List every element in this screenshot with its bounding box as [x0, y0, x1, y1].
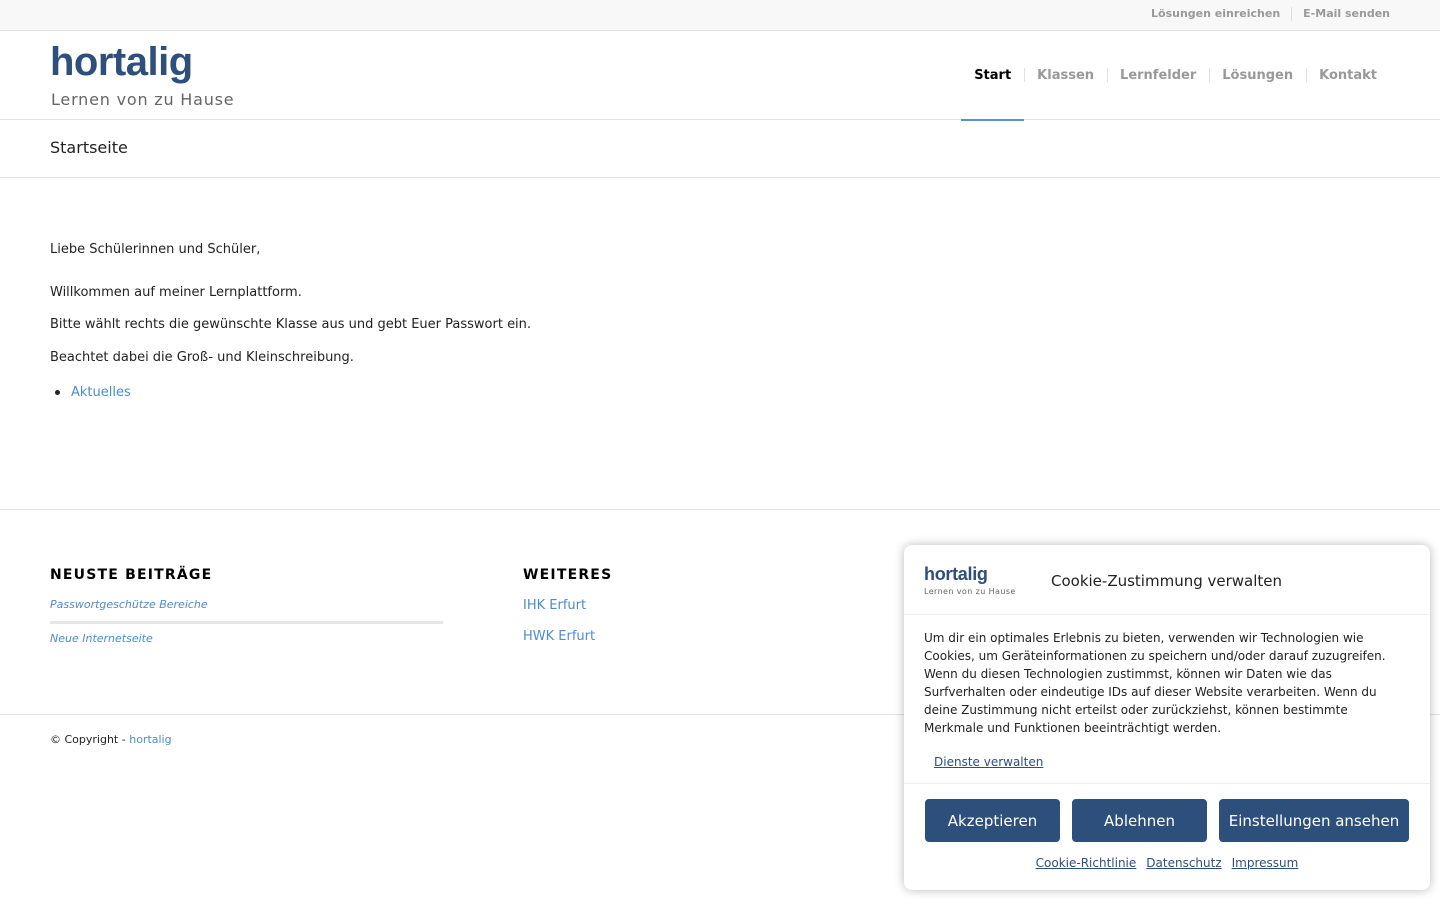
- title-bar: Startseite: [0, 120, 1440, 178]
- nav-item-klassen[interactable]: Klassen: [1024, 31, 1107, 120]
- cookie-message: Um dir ein optimales Erlebnis zu bieten,…: [924, 631, 1386, 735]
- deny-button[interactable]: Ablehnen: [1072, 799, 1207, 842]
- aktuelles-link[interactable]: Aktuelles: [71, 384, 131, 401]
- imprint-link[interactable]: Impressum: [1232, 856, 1299, 871]
- more-links-widget: WEITERES IHK Erfurt HWK Erfurt: [523, 567, 823, 644]
- recent-posts-widget: NEUSTE BEITRÄGE Passwortgeschütze Bereic…: [50, 567, 443, 645]
- main-nav: Start Klassen Lernfelder Lösungen Kontak…: [961, 31, 1390, 121]
- cookie-logo: hortalig Lernen von zu Hause: [924, 564, 1024, 598]
- instruction-text: Bitte wählt rechts die gewünschte Klasse…: [50, 317, 532, 332]
- hwk-erfurt-link[interactable]: HWK Erfurt: [523, 629, 595, 645]
- cookie-header: hortalig Lernen von zu Hause Cookie-Zust…: [904, 545, 1430, 615]
- nav-item-kontakt[interactable]: Kontakt: [1306, 31, 1390, 120]
- cookie-footer-links: Cookie-Richtlinie Datenschutz Impressum: [904, 856, 1430, 871]
- site-header: hortalig Lernen von zu Hause Start Klass…: [0, 31, 1440, 121]
- cookie-consent-dialog: hortalig Lernen von zu Hause Cookie-Zust…: [904, 545, 1430, 890]
- welcome-text: Willkommen auf meiner Lernplattform.: [50, 285, 302, 300]
- page-title: Startseite: [50, 138, 128, 157]
- copyright: © Copyright - hortalig: [50, 733, 172, 747]
- submit-solutions-link[interactable]: Lösungen einreichen: [1140, 7, 1291, 21]
- bullet-icon: [55, 390, 60, 395]
- post-link[interactable]: Neue Internetseite: [50, 632, 153, 646]
- nav-item-loesungen[interactable]: Lösungen: [1209, 31, 1306, 120]
- site-logo[interactable]: hortalig Lernen von zu Hause: [50, 40, 260, 112]
- cookie-logo-tagline: Lernen von zu Hause: [924, 587, 1016, 596]
- view-settings-button[interactable]: Einstellungen ansehen: [1219, 799, 1409, 842]
- more-links-heading: WEITERES: [523, 567, 613, 583]
- accept-button[interactable]: Akzeptieren: [925, 799, 1060, 842]
- post-divider: [50, 621, 443, 624]
- recent-posts-heading: NEUSTE BEITRÄGE: [50, 567, 213, 583]
- manage-services-link[interactable]: Dienste verwalten: [934, 755, 1043, 770]
- case-hint-text: Beachtet dabei die Groß- und Kleinschrei…: [50, 350, 354, 365]
- cookie-logo-title: hortalig: [924, 564, 988, 584]
- cookie-title: Cookie-Zustimmung verwalten: [1051, 572, 1283, 590]
- copyright-link[interactable]: hortalig: [129, 733, 171, 746]
- ihk-erfurt-link[interactable]: IHK Erfurt: [523, 598, 586, 614]
- list-item: Aktuelles: [50, 384, 131, 401]
- cookie-policy-link[interactable]: Cookie-Richtlinie: [1036, 856, 1137, 871]
- nav-item-start[interactable]: Start: [961, 31, 1025, 121]
- copyright-text: © Copyright -: [50, 733, 130, 746]
- privacy-link[interactable]: Datenschutz: [1146, 856, 1221, 871]
- top-links: Lösungen einreichen E-Mail senden: [1140, 7, 1390, 21]
- greeting-text: Liebe Schülerinnen und Schüler,: [50, 242, 261, 257]
- top-bar: Lösungen einreichen E-Mail senden: [0, 0, 1440, 31]
- logo-tagline: Lernen von zu Hause: [51, 90, 235, 109]
- post-link[interactable]: Passwortgeschütze Bereiche: [50, 598, 208, 612]
- send-email-link[interactable]: E-Mail senden: [1291, 7, 1390, 21]
- nav-item-lernfelder[interactable]: Lernfelder: [1107, 31, 1209, 120]
- logo-title: hortalig: [50, 40, 193, 84]
- cookie-divider: [904, 783, 1430, 784]
